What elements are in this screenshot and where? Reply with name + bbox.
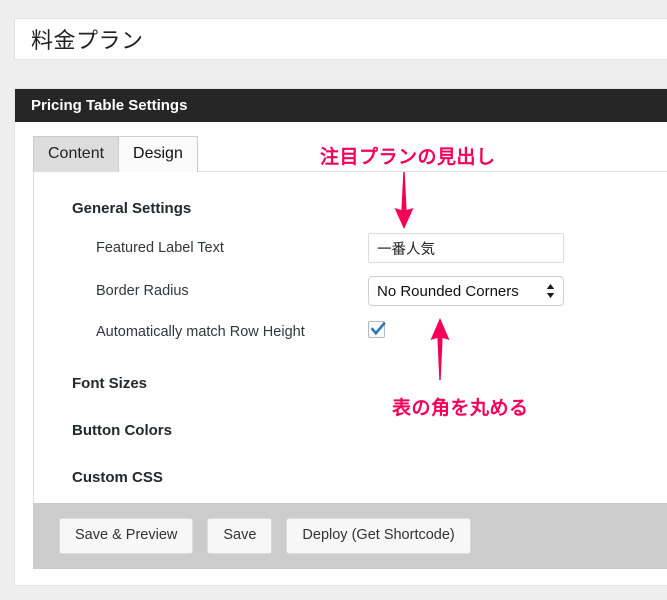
page-title-bar: 料金プラン <box>14 18 667 60</box>
featured-label-text-input[interactable] <box>368 233 564 263</box>
annotation-arrow-down-icon <box>392 172 416 235</box>
auto-row-height-checkbox[interactable] <box>368 321 386 338</box>
border-radius-control: No Rounded Corners <box>368 276 564 306</box>
panel-footer: Save & Preview Save Deploy (Get Shortcod… <box>33 503 667 569</box>
panel-header: Pricing Table Settings <box>15 89 667 122</box>
deploy-get-shortcode-button[interactable]: Deploy (Get Shortcode) <box>286 518 471 554</box>
tab-design[interactable]: Design <box>118 136 198 172</box>
auto-row-height-label: Automatically match Row Height <box>96 324 305 340</box>
page-title: 料金プラン <box>31 28 144 53</box>
section-heading-font-sizes[interactable]: Font Sizes <box>34 375 667 392</box>
panel-header-title: Pricing Table Settings <box>31 97 188 114</box>
annotation-arrow-up-icon <box>428 318 452 385</box>
featured-label-text-label: Featured Label Text <box>96 240 224 256</box>
annotation-border-radius: 表の角を丸める <box>391 397 530 421</box>
border-radius-select[interactable]: No Rounded Corners <box>368 276 564 306</box>
tab-content[interactable]: Content <box>33 136 120 172</box>
section-heading-button-colors[interactable]: Button Colors <box>34 422 667 439</box>
tab-content-label: Content <box>48 145 105 163</box>
auto-row-height-control <box>368 321 386 343</box>
form-row-auto-row-height: Automatically match Row Height <box>34 319 667 345</box>
form-row-featured-label: Featured Label Text <box>34 233 667 263</box>
design-tab-panel: General Settings Featured Label Text Bor… <box>33 171 667 529</box>
annotation-featured-label-text: 注目プランの見出し <box>319 146 497 170</box>
tab-design-label: Design <box>133 145 183 163</box>
save-button[interactable]: Save <box>207 518 273 554</box>
border-radius-label: Border Radius <box>96 283 189 299</box>
section-heading-general: General Settings <box>72 200 192 217</box>
featured-label-text-control <box>368 233 564 263</box>
save-and-preview-button[interactable]: Save & Preview <box>59 518 194 554</box>
section-heading-custom-css[interactable]: Custom CSS <box>34 469 667 486</box>
checkmark-icon <box>370 321 386 336</box>
form-row-border-radius: Border Radius No Rounded Corners <box>34 276 667 306</box>
